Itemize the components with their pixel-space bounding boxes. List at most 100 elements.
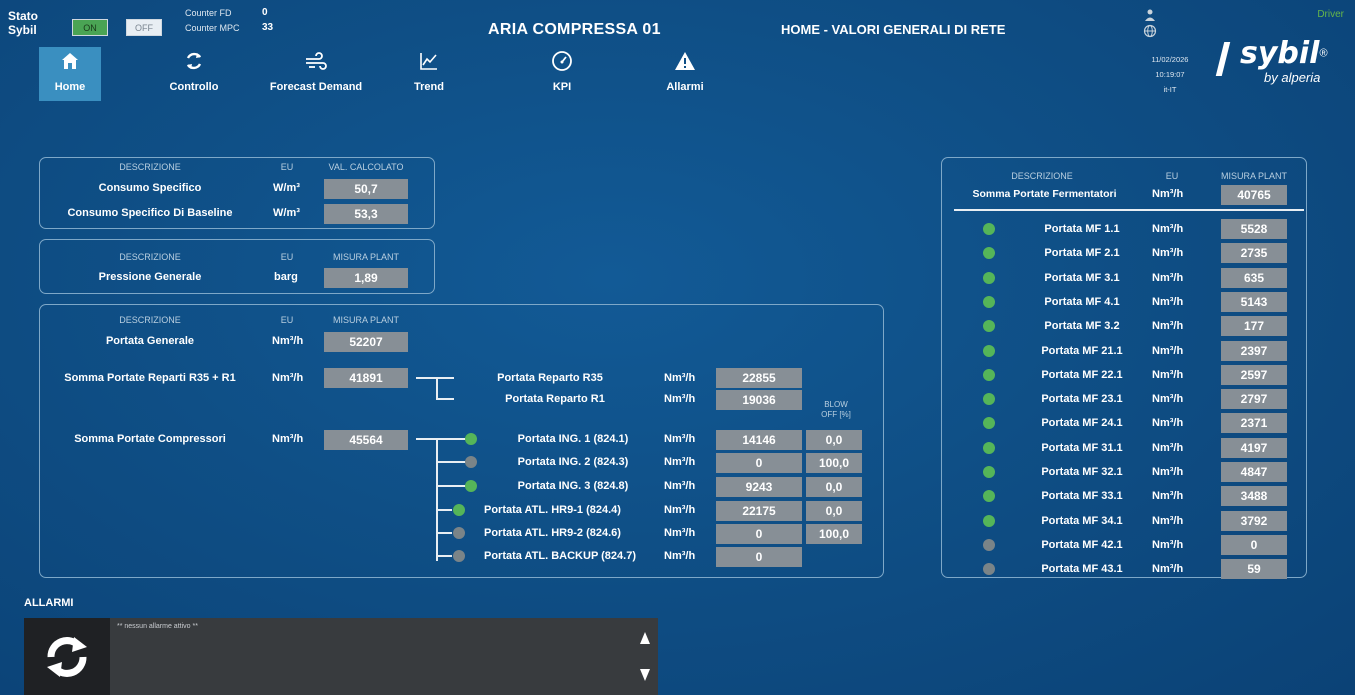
fermentatore-label: Portata MF 31.1	[1041, 441, 1123, 454]
alarms-title: ALLARMI	[24, 597, 74, 609]
top-bar: Stato Sybil ON OFF Counter FD 0 Counter …	[0, 0, 1355, 106]
nav-controllo-label: Controllo	[169, 81, 219, 93]
fermentatore-unit: Nm³/h	[1152, 368, 1184, 381]
header-descrizione: DESCRIZIONE	[119, 252, 181, 262]
compressor-blowoff-value: 0,0	[806, 477, 862, 497]
fermentatore-value: 5528	[1221, 219, 1287, 239]
fermentatore-status-dot	[983, 271, 995, 284]
compressor-status-dot	[465, 456, 477, 468]
fermentatore-label: Portata MF 21.1	[1041, 344, 1123, 357]
pressione-generale-unit: barg	[274, 271, 298, 283]
nav-home[interactable]: Home	[39, 47, 101, 101]
toggle-off-button[interactable]: OFF	[126, 19, 162, 36]
compressor-label: Portata ATL. HR9-1 (824.4)	[484, 504, 621, 516]
fermentatore-label: Portata MF 23.1	[1041, 393, 1123, 406]
arrow-down-icon	[640, 669, 650, 681]
nav-trend[interactable]: Trend	[409, 47, 449, 101]
page-title: HOME - VALORI GENERALI DI RETE	[781, 22, 1006, 37]
fermentatore-label: Portata MF 34.1	[1041, 514, 1123, 527]
nav-forecast-label: Forecast Demand	[269, 81, 363, 93]
somma-reparti-unit: Nm³/h	[272, 372, 304, 384]
header-descrizione: DESCRIZIONE	[1011, 171, 1073, 181]
warning-icon	[662, 47, 708, 75]
fermentatore-label: Portata MF 4.1	[1044, 295, 1120, 308]
fermentatore-unit: Nm³/h	[1152, 247, 1184, 260]
fermentatore-status-dot	[983, 393, 995, 406]
fermentatore-status-dot	[983, 247, 995, 260]
fermentatore-status-dot	[983, 295, 995, 308]
somma-reparti-label: Somma Portate Reparti R35 + R1	[64, 372, 236, 384]
nav-allarmi[interactable]: Allarmi	[662, 47, 708, 101]
stato-sybil-label: Stato Sybil	[8, 9, 38, 37]
fermentatore-unit: Nm³/h	[1152, 320, 1184, 333]
connector-line	[436, 485, 466, 487]
consumo-specifico-value: 50,7	[324, 179, 408, 199]
panel-consumo: DESCRIZIONE EU VAL. CALCOLATO Consumo Sp…	[39, 157, 435, 229]
scroll-down-button[interactable]	[638, 666, 652, 684]
fermentatore-unit: Nm³/h	[1152, 514, 1184, 527]
scroll-up-button[interactable]	[638, 629, 652, 647]
compressor-unit: Nm³/h	[664, 504, 696, 516]
app-title: ARIA COMPRESSA 01	[488, 21, 661, 38]
compressor-unit: Nm³/h	[664, 433, 696, 445]
connector-line	[436, 509, 452, 511]
fermentatore-value: 2597	[1221, 364, 1287, 385]
counter-fd-value: 0	[262, 7, 268, 18]
home-icon	[39, 47, 101, 75]
trend-chart-icon	[409, 47, 449, 75]
fermentatore-value: 59	[1221, 559, 1287, 580]
nav-forecast-demand[interactable]: Forecast Demand	[262, 47, 370, 101]
fermentatore-status-dot	[983, 344, 995, 357]
panel-fermentatori: DESCRIZIONE EU MISURA PLANT Somma Portat…	[941, 157, 1307, 580]
nav-home-label: Home	[54, 81, 86, 93]
fermentatore-label: Portata MF 3.1	[1044, 271, 1120, 284]
nav-trend-label: Trend	[414, 81, 444, 93]
refresh-button[interactable]	[24, 618, 110, 695]
reparto-r1-unit: Nm³/h	[664, 393, 696, 405]
cycle-icon	[158, 47, 230, 75]
fermentatore-value: 2397	[1221, 340, 1287, 361]
fermentatore-status-dot	[983, 538, 995, 551]
header-misura-plant: MISURA PLANT	[1220, 171, 1287, 181]
fermentatore-status-dot	[983, 417, 995, 430]
portata-generale-unit: Nm³/h	[272, 335, 304, 347]
compressor-unit: Nm³/h	[664, 527, 696, 539]
connector-line	[436, 377, 438, 399]
panel-portata: DESCRIZIONE EU MISURA PLANT Portata Gene…	[39, 304, 884, 578]
fermentatore-value: 2797	[1221, 389, 1287, 410]
alarm-message: ** nessun allarme attivo **	[117, 623, 198, 630]
header-descrizione: DESCRIZIONE	[119, 315, 181, 325]
gauge-icon	[542, 47, 582, 75]
nav-controllo[interactable]: Controllo	[158, 47, 230, 101]
compressor-status-dot	[465, 433, 477, 445]
compressor-value: 14146	[716, 430, 802, 450]
arrow-up-icon	[640, 632, 650, 644]
somma-compressori-value: 45564	[324, 430, 408, 450]
header-eu: EU	[280, 252, 294, 262]
header-misura-plant: MISURA PLANT	[332, 315, 399, 325]
portata-generale-label: Portata Generale	[105, 335, 195, 347]
fermentatore-label: Portata MF 24.1	[1041, 417, 1123, 430]
panel-pressione: DESCRIZIONE EU MISURA PLANT Pressione Ge…	[39, 239, 435, 294]
alarms-panel: ** nessun allarme attivo **	[24, 618, 658, 695]
compressor-unit: Nm³/h	[664, 480, 696, 492]
toggle-on-button[interactable]: ON	[72, 19, 108, 36]
globe-icon[interactable]	[1143, 24, 1157, 43]
compressor-value: 22175	[716, 501, 802, 521]
fermentatore-unit: Nm³/h	[1152, 538, 1184, 551]
compressor-value: 0	[716, 547, 802, 567]
fermentatore-unit: Nm³/h	[1152, 223, 1184, 235]
consumo-baseline-unit: W/m³	[273, 207, 300, 219]
compressor-value: 0	[716, 524, 802, 544]
nav-kpi[interactable]: KPI	[542, 47, 582, 101]
connector-line	[416, 377, 454, 379]
connector-line	[436, 438, 466, 440]
fermentatore-unit: Nm³/h	[1152, 466, 1184, 478]
fermentatore-unit: Nm³/h	[1152, 271, 1184, 284]
fermentatore-value: 0	[1221, 534, 1287, 555]
reparto-r1-value: 19036	[716, 390, 802, 410]
counter-mpc-value: 33	[262, 22, 274, 33]
fermentatore-status-dot	[983, 490, 995, 503]
header-eu: EU	[1165, 171, 1179, 181]
pressione-generale-label: Pressione Generale	[98, 271, 202, 283]
